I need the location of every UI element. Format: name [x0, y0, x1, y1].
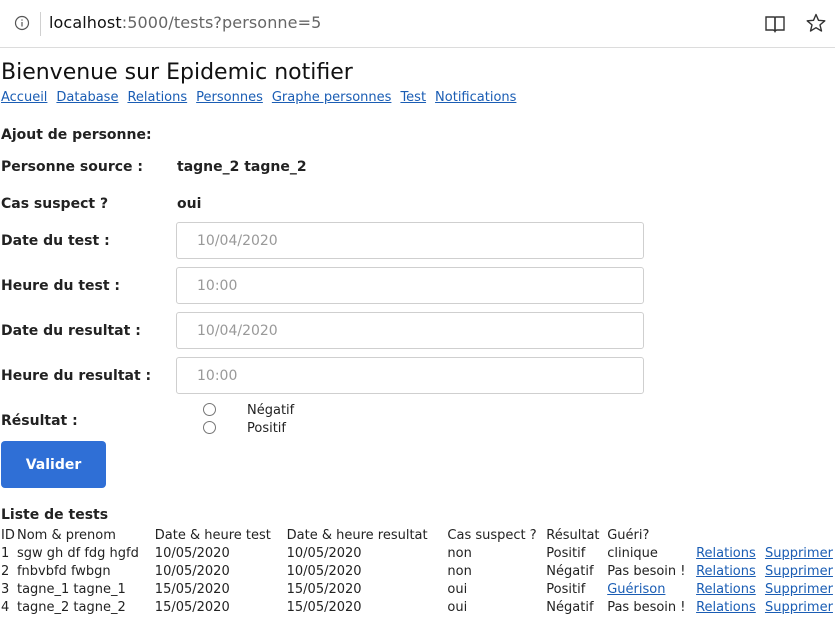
info-icon[interactable]: [14, 15, 30, 31]
result-time-label: Heure du resultat :: [1, 368, 152, 384]
result-time-input[interactable]: [176, 357, 644, 394]
cell-delete: Supprimer: [765, 598, 835, 616]
header-name: Nom & prenom: [16, 527, 116, 543]
relations-link[interactable]: Relations: [696, 600, 756, 615]
form-heading: Ajout de personne:: [1, 127, 152, 143]
result-date-label: Date du resultat :: [1, 323, 141, 339]
cell-result-date: 15/05/2020: [286, 581, 362, 597]
table-row: 1 sgw gh df fdg hgfd 10/05/2020 10/05/2020 n…: [0, 544, 835, 562]
cell-name: tagne_2 tagne_2: [16, 599, 126, 615]
relations-link[interactable]: Relations: [696, 582, 756, 597]
cell-result: Négatif: [546, 599, 594, 615]
relations-link[interactable]: Relations: [696, 564, 756, 579]
table-row: 4 tagne_2 tagne_2 15/05/2020 15/05/2020 oui N…: [0, 598, 835, 616]
cell-suspect: non: [447, 545, 472, 561]
nav-link-notifications[interactable]: Notifications: [435, 90, 516, 105]
cell-suspect: oui: [447, 581, 468, 597]
cell-test-date: 15/05/2020: [154, 599, 230, 615]
nav-link-test[interactable]: Test: [400, 90, 426, 105]
test-time-label: Heure du test :: [1, 278, 120, 294]
cell-id: 2: [1, 563, 10, 579]
suspect-value: oui: [177, 196, 202, 212]
nav-link-relations[interactable]: Relations: [127, 90, 187, 105]
test-time-input[interactable]: [176, 267, 644, 304]
cell-id: 4: [1, 599, 10, 615]
nav-link-graphe-personnes[interactable]: Graphe personnes: [272, 90, 392, 105]
radio-positif-label: Positif: [247, 421, 286, 436]
cell-suspect: oui: [447, 599, 468, 615]
cell-relations: Relations: [696, 562, 765, 580]
cell-name: tagne_1 tagne_1: [16, 581, 126, 597]
delete-link[interactable]: Supprimer: [765, 600, 833, 615]
delete-link[interactable]: Supprimer: [765, 564, 833, 579]
header-id: ID: [1, 527, 15, 543]
result-date-input[interactable]: [176, 312, 644, 349]
source-value: tagne_2 tagne_2: [177, 159, 307, 175]
source-label: Personne source :: [1, 159, 144, 175]
url-host: localhost: [49, 13, 122, 32]
cell-relations: Relations: [696, 580, 765, 598]
test-date-input[interactable]: [176, 222, 644, 259]
cell-relations: Relations: [696, 598, 765, 616]
reader-view-icon[interactable]: [764, 13, 786, 35]
star-icon[interactable]: [805, 12, 827, 34]
cell-id: 1: [1, 545, 10, 561]
header-cured: Guéri?: [607, 527, 650, 543]
tests-list-title: Liste de tests: [1, 507, 109, 523]
browser-toolbar: localhost:5000/tests?personne=5: [0, 0, 835, 48]
header-result-date: Date & heure resultat: [286, 527, 428, 543]
cell-result: Positif: [546, 581, 586, 597]
cell-delete: Supprimer: [765, 562, 835, 580]
cell-result-date: 15/05/2020: [286, 599, 362, 615]
cell-result: Positif: [546, 545, 586, 561]
header-delete: [765, 526, 835, 544]
address-bar[interactable]: localhost:5000/tests?personne=5: [49, 13, 321, 32]
url-path: :5000/tests?personne=5: [121, 13, 322, 32]
header-result: Résultat: [546, 527, 600, 543]
delete-link[interactable]: Supprimer: [765, 582, 833, 597]
cell-result: Négatif: [546, 563, 594, 579]
radio-positif[interactable]: [203, 421, 216, 434]
cell-name: sgw gh df fdg hgfd: [16, 545, 139, 561]
cell-cured: Pas besoin !: [607, 599, 686, 615]
address-separator: [40, 12, 41, 36]
cell-id: 3: [1, 581, 10, 597]
cell-cured: Guérison: [607, 580, 696, 598]
nav-link-database[interactable]: Database: [56, 90, 118, 105]
cell-test-date: 10/05/2020: [154, 545, 230, 561]
test-date-label: Date du test :: [1, 233, 110, 249]
main-nav: Accueil Database Relations Personnes Graphe …: [1, 90, 525, 105]
relations-link[interactable]: Relations: [696, 546, 756, 561]
table-row: 2 fnbvbfd fwbgn 10/05/2020 10/05/2020 non Nég…: [0, 562, 835, 580]
cell-relations: Relations: [696, 544, 765, 562]
radio-negatif[interactable]: [203, 403, 216, 416]
table-row: 3 tagne_1 tagne_1 15/05/2020 15/05/2020 oui P…: [0, 580, 835, 598]
table-header-row: ID Nom & prenom Date & heure test Date &…: [0, 526, 835, 544]
guerison-link[interactable]: Guérison: [607, 582, 665, 597]
radio-negatif-label: Négatif: [247, 403, 295, 418]
cell-name: fnbvbfd fwbgn: [16, 563, 111, 579]
cell-cured: Pas besoin !: [607, 563, 686, 579]
header-test-date: Date & heure test: [154, 527, 271, 543]
submit-button[interactable]: Valider: [1, 441, 106, 488]
tests-table: ID Nom & prenom Date & heure test Date &…: [0, 526, 835, 616]
cell-suspect: non: [447, 563, 472, 579]
cell-result-date: 10/05/2020: [286, 545, 362, 561]
header-relations: [696, 526, 765, 544]
nav-link-accueil[interactable]: Accueil: [1, 90, 47, 105]
cell-result-date: 10/05/2020: [286, 563, 362, 579]
delete-link[interactable]: Supprimer: [765, 546, 833, 561]
cell-cured: clinique: [607, 545, 658, 561]
header-suspect: Cas suspect ?: [447, 527, 537, 543]
cell-test-date: 15/05/2020: [154, 581, 230, 597]
nav-link-personnes[interactable]: Personnes: [196, 90, 263, 105]
page-title: Bienvenue sur Epidemic notifier: [1, 60, 353, 85]
cell-delete: Supprimer: [765, 580, 835, 598]
result-label: Résultat :: [1, 413, 78, 429]
cell-delete: Supprimer: [765, 544, 835, 562]
suspect-label: Cas suspect ?: [1, 196, 109, 212]
cell-test-date: 10/05/2020: [154, 563, 230, 579]
